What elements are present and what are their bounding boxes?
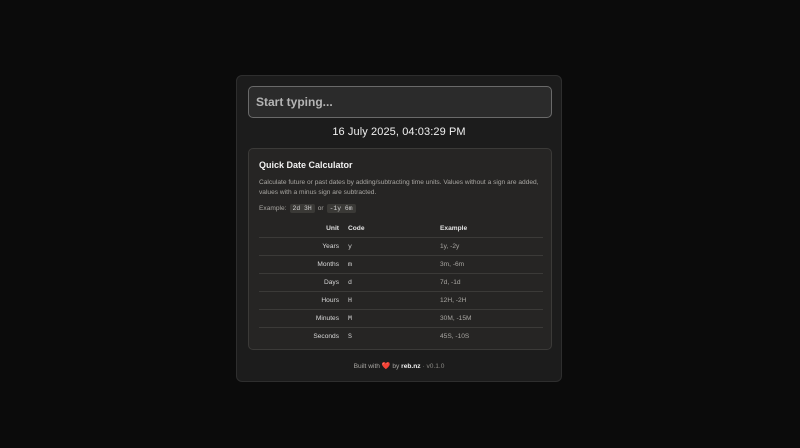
card-description: Calculate future or past dates by adding… xyxy=(259,179,539,196)
table-row: Years y 1y, -2y xyxy=(259,237,543,256)
date-input[interactable] xyxy=(248,86,552,118)
table-row: Seconds S 45S, -10S xyxy=(259,327,543,345)
header-unit: Unit xyxy=(259,221,345,238)
header-example: Example xyxy=(440,221,543,238)
example-cell: 30M, -15M xyxy=(440,309,543,328)
example-cell: 45S, -10S xyxy=(440,332,470,340)
footer: Built with ❤️ by reb.nz · v0.1.0 xyxy=(237,362,561,370)
example-cell: 3m, -6m xyxy=(440,255,543,274)
example-label: Example: xyxy=(259,205,287,212)
table-row: Minutes M 30M, -15M xyxy=(259,309,543,328)
example-code-a: 2d 3H xyxy=(289,204,315,213)
code-cell: S xyxy=(348,332,352,340)
card-title: Quick Date Calculator xyxy=(259,160,353,170)
example-cell: 1y, -2y xyxy=(440,237,543,256)
example-or: or xyxy=(317,205,324,212)
current-datetime: 16 July 2025, 04:03:29 PM xyxy=(332,126,466,138)
unit-cell: Seconds xyxy=(313,332,339,340)
unit-cell: Hours xyxy=(259,291,345,310)
heart-icon: ❤️ xyxy=(381,363,391,370)
header-code: Code xyxy=(345,221,440,238)
app-panel: 16 July 2025, 04:03:29 PM Quick Date Cal… xyxy=(236,75,562,382)
example-code-b: -1y 6m xyxy=(326,204,356,213)
footer-by: by xyxy=(392,363,400,370)
example-cell: 7d, -1d xyxy=(440,273,543,292)
code-cell: y xyxy=(345,237,440,256)
code-cell: d xyxy=(345,273,440,292)
table-row: Months m 3m, -6m xyxy=(259,255,543,274)
brand-link[interactable]: reb.nz xyxy=(401,363,420,370)
example-cell: 12H, -2H xyxy=(440,291,543,310)
example-line: Example: 2d 3H or -1y 6m xyxy=(259,204,356,213)
code-cell: M xyxy=(345,309,440,328)
unit-cell: Months xyxy=(259,255,345,274)
code-cell: H xyxy=(345,291,440,310)
units-table: Unit Code Example Years y 1y, -2y Months… xyxy=(259,221,543,345)
unit-cell: Years xyxy=(259,237,345,256)
footer-built-with: Built with xyxy=(353,363,380,370)
unit-cell: Minutes xyxy=(259,309,345,328)
table-row: Days d 7d, -1d xyxy=(259,273,543,292)
table-header-row: Unit Code Example xyxy=(259,221,543,238)
quick-date-calculator-card: Quick Date Calculator Calculate future o… xyxy=(248,148,552,350)
version-label: · v0.1.0 xyxy=(422,363,445,370)
unit-cell: Days xyxy=(259,273,345,292)
code-cell: m xyxy=(345,255,440,274)
table-row: Hours H 12H, -2H xyxy=(259,291,543,310)
